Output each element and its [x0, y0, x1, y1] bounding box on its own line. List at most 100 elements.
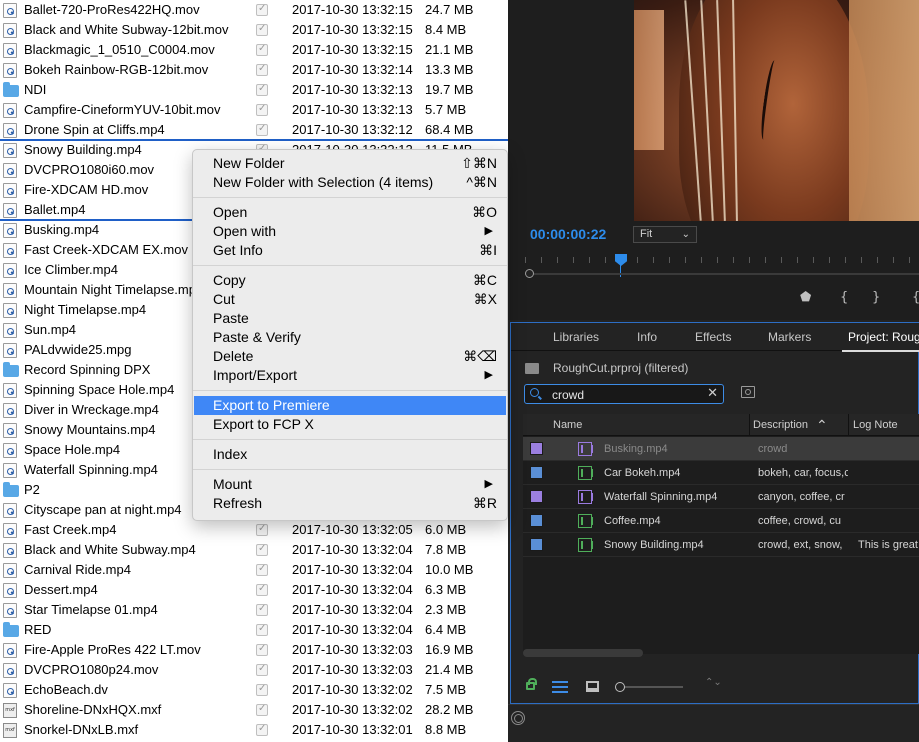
label-color-swatch[interactable]: [530, 538, 543, 551]
circle-icon[interactable]: [511, 711, 525, 725]
go-to-in-icon[interactable]: {: [912, 290, 919, 305]
project-item-row[interactable]: Coffee.mp4 coffee, crowd, cu: [523, 509, 919, 533]
file-row[interactable]: Black and White Subway-12bit.mov 2017-10-…: [0, 20, 508, 40]
file-row[interactable]: Fire-Apple ProRes 422 LT.mov 2017-10-30 1…: [0, 640, 508, 660]
menu-item-paste-verify[interactable]: Paste & Verify: [193, 328, 507, 347]
menu-item-export-to-fcp-x[interactable]: Export to FCP X: [193, 415, 507, 434]
file-checkbox[interactable]: [256, 43, 268, 56]
menu-item-export-to-premiere[interactable]: Export to Premiere: [194, 396, 506, 415]
add-marker-icon[interactable]: ⬟: [800, 290, 811, 305]
menu-item-import-export[interactable]: Import/Export ▶: [193, 366, 507, 385]
menu-item-get-info[interactable]: Get Info ⌘I: [193, 241, 507, 260]
menu-item-open-with[interactable]: Open with ▶: [193, 222, 507, 241]
file-row[interactable]: EchoBeach.dv 2017-10-30 13:32:02 7.5 MB: [0, 680, 508, 700]
file-row[interactable]: mxf Shoreline-DNxHQX.mxf 2017-10-30 13:32:…: [0, 700, 508, 720]
project-item-row[interactable]: Busking.mp4 crowd: [523, 437, 919, 461]
tab-libraries[interactable]: Libraries: [553, 330, 599, 344]
file-row[interactable]: Carnival Ride.mp4 2017-10-30 13:32:04 10.0…: [0, 560, 508, 580]
file-checkbox[interactable]: [256, 623, 268, 636]
file-checkbox[interactable]: [256, 83, 268, 96]
clear-search-icon[interactable]: ✕: [707, 386, 718, 401]
search-input[interactable]: [552, 387, 702, 402]
tab-project[interactable]: Project: Rough: [841, 330, 919, 352]
file-checkbox[interactable]: [256, 663, 268, 676]
file-size: 21.4 MB: [425, 662, 474, 677]
file-checkbox[interactable]: [256, 23, 268, 36]
column-log-note[interactable]: Log Note: [853, 419, 898, 431]
zoom-slider-track[interactable]: [623, 686, 683, 688]
file-row[interactable]: Fast Creek.mp4 2017-10-30 13:32:05 6.0 MB: [0, 520, 508, 540]
search-field[interactable]: ✕: [524, 384, 724, 404]
tab-info[interactable]: Info: [637, 330, 657, 344]
file-checkbox[interactable]: [256, 123, 268, 136]
file-row[interactable]: Black and White Subway.mp4 2017-10-30 13:…: [0, 540, 508, 560]
file-row[interactable]: Campfire-CineformYUV-10bit.mov 2017-10-30…: [0, 100, 508, 120]
sort-icons-icon[interactable]: ⌃⌄: [705, 678, 722, 688]
project-folder-icon[interactable]: [525, 363, 539, 374]
file-row[interactable]: mxf Snorkel-DNxLB.mxf 2017-10-30 13:32:01 8…: [0, 720, 508, 740]
file-checkbox[interactable]: [256, 583, 268, 596]
list-view-icon[interactable]: [552, 681, 568, 693]
file-checkbox[interactable]: [256, 683, 268, 696]
zoom-scroll-handle[interactable]: [525, 269, 534, 278]
time-ruler[interactable]: [525, 255, 919, 265]
ruler-tick: [909, 257, 910, 263]
file-name: P2: [24, 482, 40, 497]
tab-effects[interactable]: Effects: [695, 330, 731, 344]
menu-item-new-folder[interactable]: New Folder ⇧⌘N: [193, 154, 507, 173]
file-checkbox[interactable]: [256, 3, 268, 16]
file-checkbox[interactable]: [256, 523, 268, 536]
file-row[interactable]: RED 2017-10-30 13:32:04 6.4 MB: [0, 620, 508, 640]
zoom-scroll-bar[interactable]: [525, 273, 919, 275]
file-row[interactable]: Blackmagic_1_0510_C0004.mov 2017-10-30 13…: [0, 40, 508, 60]
label-color-swatch[interactable]: [530, 442, 543, 455]
menu-item-open[interactable]: Open ⌘O: [193, 203, 507, 222]
menu-item-cut[interactable]: Cut ⌘X: [193, 290, 507, 309]
file-size: 7.8 MB: [425, 542, 467, 557]
menu-item-index[interactable]: Index: [193, 445, 507, 464]
project-item-row[interactable]: Snowy Building.mp4 crowd, ext, snow, This …: [523, 533, 919, 557]
zoom-slider-knob[interactable]: [615, 682, 625, 692]
project-item-row[interactable]: Car Bokeh.mp4 bokeh, car, focus,c: [523, 461, 919, 485]
playhead-timecode[interactable]: 00:00:00:22: [530, 226, 606, 242]
project-item-row[interactable]: Waterfall Spinning.mp4 canyon, coffee, cr: [523, 485, 919, 509]
menu-item-refresh[interactable]: Refresh ⌘R: [193, 494, 507, 513]
file-checkbox[interactable]: [256, 643, 268, 656]
fit-dropdown[interactable]: Fit ⌄: [633, 226, 697, 243]
file-row[interactable]: DVCPRO1080p24.mov 2017-10-30 13:32:03 21.4…: [0, 660, 508, 680]
file-checkbox[interactable]: [256, 703, 268, 716]
menu-item-new-folder-with-selection-4-items[interactable]: New Folder with Selection (4 items) ^⌘N: [193, 173, 507, 192]
horizontal-scrollbar[interactable]: [523, 649, 643, 657]
file-date: 2017-10-30 13:32:14: [292, 62, 413, 77]
file-size: 8.4 MB: [425, 22, 467, 37]
file-checkbox[interactable]: [256, 543, 268, 556]
menu-item-delete[interactable]: Delete ⌘⌫: [193, 347, 507, 366]
file-row[interactable]: NDI 2017-10-30 13:32:13 19.7 MB: [0, 80, 508, 100]
file-name: Sun.mp4: [24, 322, 77, 337]
lock-icon[interactable]: [526, 678, 537, 690]
file-date: 2017-10-30 13:32:13: [292, 102, 413, 117]
file-row[interactable]: Star Timelapse 01.mp4 2017-10-30 13:32:04…: [0, 600, 508, 620]
file-checkbox[interactable]: [256, 603, 268, 616]
menu-item-mount[interactable]: Mount ▶: [193, 475, 507, 494]
label-color-swatch[interactable]: [530, 490, 543, 503]
file-checkbox[interactable]: [256, 103, 268, 116]
menu-item-paste[interactable]: Paste: [193, 309, 507, 328]
mark-out-icon[interactable]: }: [872, 290, 880, 305]
new-search-bin-icon[interactable]: [741, 386, 755, 398]
menu-item-copy[interactable]: Copy ⌘C: [193, 271, 507, 290]
file-row[interactable]: Ballet-720-ProRes422HQ.mov 2017-10-30 13:…: [0, 0, 508, 20]
label-color-swatch[interactable]: [530, 466, 543, 479]
tab-markers[interactable]: Markers: [768, 330, 811, 344]
file-row[interactable]: Dessert.mp4 2017-10-30 13:32:04 6.3 MB: [0, 580, 508, 600]
mark-in-icon[interactable]: {: [840, 290, 848, 305]
icon-view-icon[interactable]: [586, 681, 599, 692]
file-checkbox[interactable]: [256, 723, 268, 736]
column-name[interactable]: Name: [553, 419, 582, 431]
file-row[interactable]: Drone Spin at Cliffs.mp4 2017-10-30 13:32…: [0, 120, 508, 141]
file-checkbox[interactable]: [256, 563, 268, 576]
column-description[interactable]: Description: [753, 419, 808, 431]
label-color-swatch[interactable]: [530, 514, 543, 527]
file-checkbox[interactable]: [256, 63, 268, 76]
file-row[interactable]: Bokeh Rainbow-RGB-12bit.mov 2017-10-30 13…: [0, 60, 508, 80]
